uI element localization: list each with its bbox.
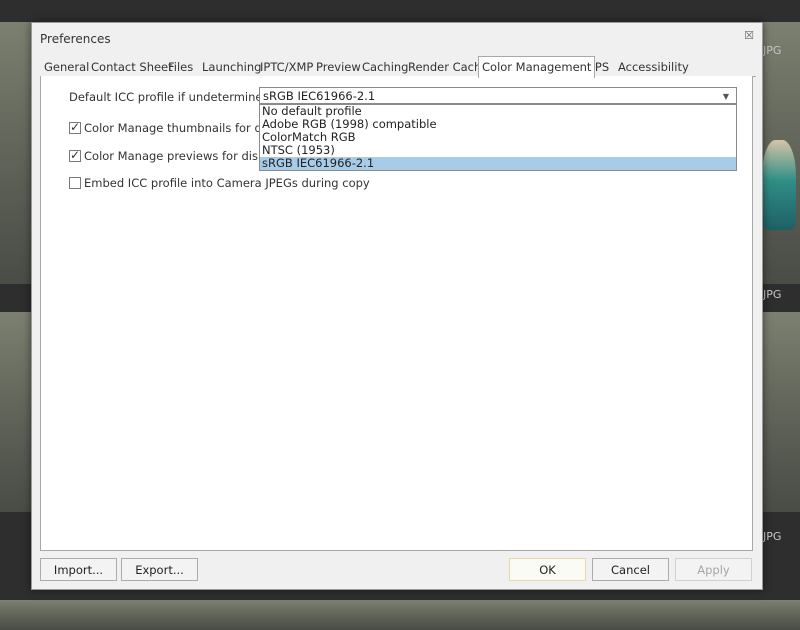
- checkmark-icon: ✓: [70, 148, 81, 162]
- thumbnail[interactable]: [0, 22, 31, 284]
- thumbnail[interactable]: [761, 312, 800, 512]
- dialog-titlebar[interactable]: Preferences ☒: [32, 23, 762, 53]
- default-profile-value: sRGB IEC61966-2.1: [263, 89, 376, 103]
- profile-dropdown-list: No default profile Adobe RGB (1998) comp…: [259, 104, 737, 171]
- ok-button[interactable]: OK: [509, 558, 586, 581]
- close-icon[interactable]: ☒: [744, 29, 754, 42]
- tab-iptc-xmp[interactable]: IPTC/XMP: [260, 58, 313, 76]
- tab-accessibility[interactable]: Accessibility: [618, 58, 689, 76]
- file-type-label: JPG: [763, 44, 782, 57]
- tab-caching[interactable]: Caching: [362, 58, 408, 76]
- tab-bar: General Contact Sheet Files Launching IP…: [40, 56, 756, 78]
- photo-subject: [762, 140, 796, 230]
- default-profile-select[interactable]: sRGB IEC61966-2.1 ▼: [259, 87, 737, 104]
- tab-general[interactable]: General: [44, 58, 89, 76]
- checkbox-box[interactable]: ✓: [69, 148, 81, 162]
- checkbox-label: Color Manage previews for display: [84, 149, 283, 163]
- cancel-button[interactable]: Cancel: [592, 558, 669, 581]
- export-button[interactable]: Export...: [121, 558, 198, 581]
- thumbnail-strip-top: [0, 0, 800, 22]
- checkbox-box[interactable]: ✓: [69, 120, 81, 134]
- tab-preview[interactable]: Preview: [316, 58, 361, 76]
- tab-contact-sheet[interactable]: Contact Sheet: [91, 58, 173, 76]
- color-management-panel: Default ICC profile if undetermined: sRG…: [40, 76, 753, 551]
- default-profile-label: Default ICC profile if undetermined:: [69, 90, 274, 104]
- checkmark-icon: ✓: [70, 120, 81, 134]
- apply-button: Apply: [675, 558, 752, 581]
- tab-color-management[interactable]: Color Management: [478, 56, 596, 78]
- checkbox-label: Embed ICC profile into Camera JPEGs duri…: [84, 176, 370, 190]
- file-type-label: JPG: [763, 288, 782, 301]
- dialog-title: Preferences: [40, 32, 111, 46]
- file-type-label: JPG: [763, 530, 782, 543]
- checkbox-box[interactable]: [69, 177, 81, 189]
- thumbnail-row-bottom: [0, 600, 800, 630]
- profile-option-selected[interactable]: sRGB IEC61966-2.1: [260, 157, 736, 170]
- thumbnail[interactable]: [0, 312, 31, 512]
- tab-launching[interactable]: Launching: [202, 58, 261, 76]
- chevron-down-icon[interactable]: ▼: [723, 88, 729, 105]
- tab-render-cache[interactable]: Render Cache: [408, 58, 488, 76]
- tab-files[interactable]: Files: [168, 58, 193, 76]
- import-button[interactable]: Import...: [40, 558, 117, 581]
- preferences-dialog: Preferences ☒ General Contact Sheet File…: [31, 22, 763, 590]
